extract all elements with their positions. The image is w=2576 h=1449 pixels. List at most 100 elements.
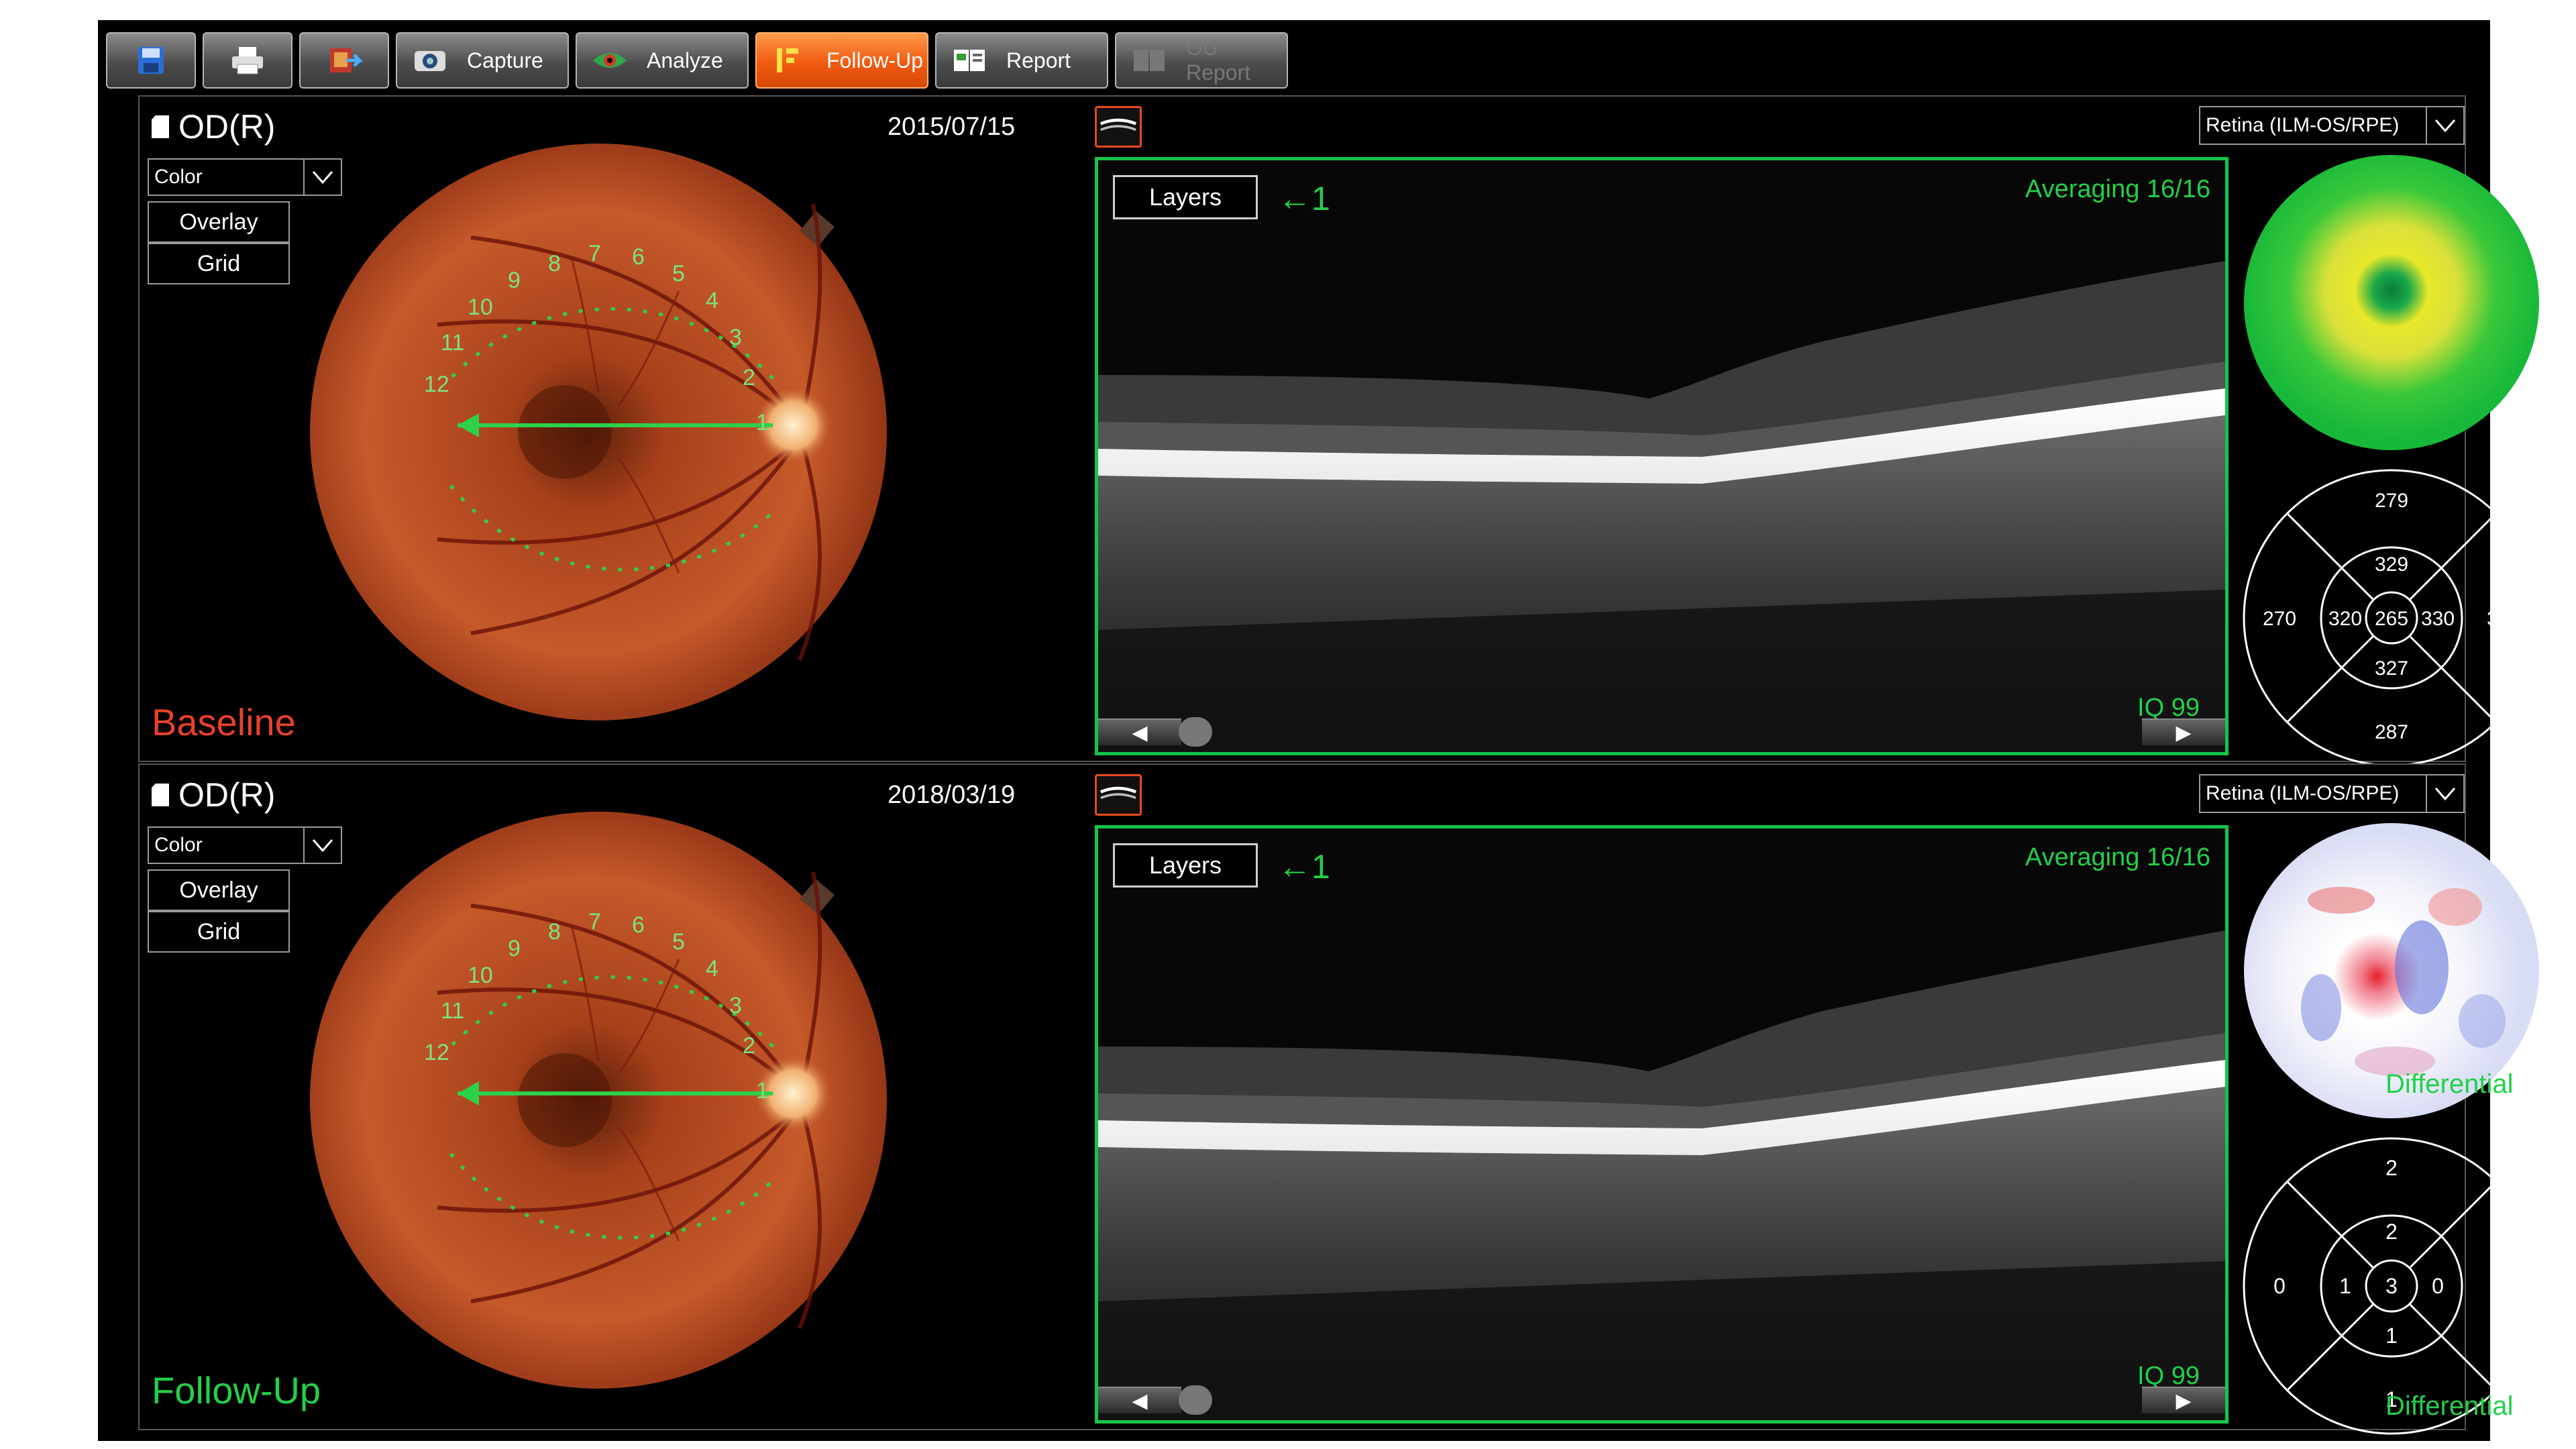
- differential-grid-label: Differential: [2385, 1391, 2514, 1421]
- fundus-number: 1: [756, 410, 769, 435]
- overlay-button[interactable]: Overlay: [148, 201, 290, 243]
- ou-report-button[interactable]: OU Report: [1115, 32, 1288, 89]
- previous-scan-button[interactable]: ◀: [1098, 1387, 1181, 1413]
- chevron-down-icon[interactable]: [2426, 775, 2463, 812]
- followup-label: Follow-Up: [826, 48, 924, 72]
- grid-inner-right: 0: [2432, 1274, 2444, 1298]
- fundus-number: 4: [706, 956, 718, 981]
- grid-inner-left: 320: [2328, 608, 2362, 630]
- print-button[interactable]: [203, 32, 292, 89]
- fundus-number: 7: [588, 241, 601, 266]
- followup-panel: OD(R) 2018/03/19 Color Overlay Grid 1 2 …: [138, 763, 2540, 1435]
- analyze-label: Analyze: [647, 48, 723, 72]
- grid-inner-left: 1: [2339, 1274, 2351, 1298]
- eye-icon: [593, 53, 627, 68]
- next-scan-button[interactable]: ▶: [2142, 1387, 2225, 1413]
- fundus-image: 1 2 3 4 5 6 7 8 9 10 11 12: [310, 812, 887, 1389]
- layers-button[interactable]: Layers: [1113, 175, 1258, 219]
- layer-select[interactable]: Retina (ILM-OS/RPE): [2199, 106, 2465, 145]
- oct-bscan: Layers ←1 Averaging 16/16 IQ 99 ◀ ▶: [1095, 825, 2229, 1424]
- bscan-icon[interactable]: [1095, 106, 1142, 148]
- fundus-number: 3: [729, 325, 742, 350]
- save-icon: [138, 47, 164, 74]
- export-icon: [330, 48, 362, 72]
- fundus-number: 8: [548, 919, 561, 945]
- report-label: Report: [1006, 48, 1071, 72]
- fundus-number: 12: [424, 1040, 449, 1065]
- etdrs-grid: 2 0 2 1 2 1 3 0 1 Differential: [2241, 1135, 2542, 1437]
- eye-label: OD(R): [152, 775, 275, 814]
- layers-note: ←1: [1278, 848, 1330, 885]
- fundus-number: 10: [468, 963, 493, 988]
- grid-center: 265: [2375, 608, 2408, 630]
- save-button[interactable]: [106, 32, 196, 89]
- color-mode-value: Color: [154, 834, 203, 856]
- layer-select[interactable]: Retina (ILM-OS/RPE): [2199, 774, 2465, 813]
- document-icon: [152, 115, 169, 138]
- grid-outer-right: 2: [2498, 1274, 2510, 1298]
- grid-outer-bottom: 287: [2375, 721, 2408, 743]
- arrow-left-icon: ◀: [1132, 1389, 1148, 1412]
- bscan-icon[interactable]: [1095, 774, 1142, 816]
- eye-label-text: OD(R): [178, 108, 276, 146]
- arrow-right-icon: ▶: [2176, 1389, 2192, 1412]
- baseline-panel: OD(R) 2015/07/15 Color Overlay Grid 1 2 …: [138, 95, 2540, 767]
- oct-bscan-image: [1098, 160, 2225, 752]
- eye-label: OD(R): [152, 107, 275, 146]
- previous-scan-button[interactable]: ◀: [1098, 718, 1181, 745]
- report-button[interactable]: Report: [935, 32, 1108, 89]
- app-window: Capture Analyze Follow-Up Report OU Repo…: [98, 20, 2540, 1441]
- document-icon: [152, 784, 169, 806]
- eye-label-text: OD(R): [178, 776, 276, 814]
- scan-date: 2018/03/19: [888, 781, 1016, 809]
- analyze-button[interactable]: Analyze: [576, 32, 749, 89]
- next-scan-button[interactable]: ▶: [2142, 718, 2225, 745]
- fundus-number: 11: [441, 998, 464, 1024]
- fundus-number: 9: [508, 268, 521, 293]
- arrow-left-icon: ◀: [1132, 721, 1148, 744]
- scan-slider-thumb[interactable]: [1179, 717, 1212, 747]
- scan-slider-thumb[interactable]: [1179, 1385, 1212, 1415]
- differential-map: Differential: [2241, 820, 2542, 1122]
- layers-button[interactable]: Layers: [1113, 843, 1258, 888]
- fundus-image: 1 2 3 4 5 6 7 8 9 10 11 12: [310, 144, 887, 720]
- fundus-number: 12: [424, 372, 449, 397]
- grid-inner-right: 330: [2421, 608, 2455, 630]
- grid-button[interactable]: Grid: [148, 243, 290, 284]
- followup-button[interactable]: Follow-Up: [755, 32, 928, 89]
- grid-inner-bottom: 327: [2375, 657, 2408, 680]
- differential-map-label: Differential: [2385, 1069, 2514, 1099]
- chevron-down-icon[interactable]: [2426, 107, 2463, 144]
- averaging-label: Averaging 16/16: [2025, 175, 2210, 203]
- export-button[interactable]: [299, 32, 389, 89]
- visit-label: Baseline: [152, 701, 296, 743]
- fundus-number: 2: [743, 1033, 755, 1059]
- fundus-number: 2: [743, 365, 755, 390]
- scan-date: 2015/07/15: [888, 113, 1016, 141]
- grid-button[interactable]: Grid: [148, 911, 290, 953]
- fundus-number: 6: [632, 912, 645, 938]
- grid-outer-left: 270: [2263, 608, 2296, 630]
- fundus-number: 1: [756, 1078, 769, 1104]
- fundus-number: 3: [729, 993, 742, 1018]
- grid-inner-top: 2: [2385, 1220, 2398, 1244]
- capture-button[interactable]: Capture: [396, 32, 569, 89]
- color-mode-value: Color: [154, 166, 203, 188]
- grid-outer-top: 2: [2385, 1156, 2398, 1180]
- overlay-button[interactable]: Overlay: [148, 869, 290, 911]
- layer-select-value: Retina (ILM-OS/RPE): [2206, 114, 2400, 136]
- visit-label: Follow-Up: [152, 1369, 321, 1411]
- fundus-number: 10: [468, 294, 493, 320]
- capture-label: Capture: [467, 48, 543, 72]
- toolbar: Capture Analyze Follow-Up Report OU Repo…: [98, 20, 2490, 95]
- grid-inner-bottom: 1: [2385, 1324, 2398, 1348]
- grid-outer-top: 279: [2375, 490, 2408, 512]
- etdrs-grid: 279 270 306 287 329 320 265 330 327: [2241, 467, 2542, 769]
- layer-select-value: Retina (ILM-OS/RPE): [2206, 782, 2400, 804]
- fundus-number: 4: [706, 288, 718, 313]
- followup-icon: [777, 48, 798, 72]
- thickness-map: [2241, 152, 2542, 453]
- grid-center: 3: [2385, 1274, 2398, 1298]
- fundus-number: 7: [588, 909, 601, 934]
- grid-outer-left: 0: [2273, 1274, 2286, 1298]
